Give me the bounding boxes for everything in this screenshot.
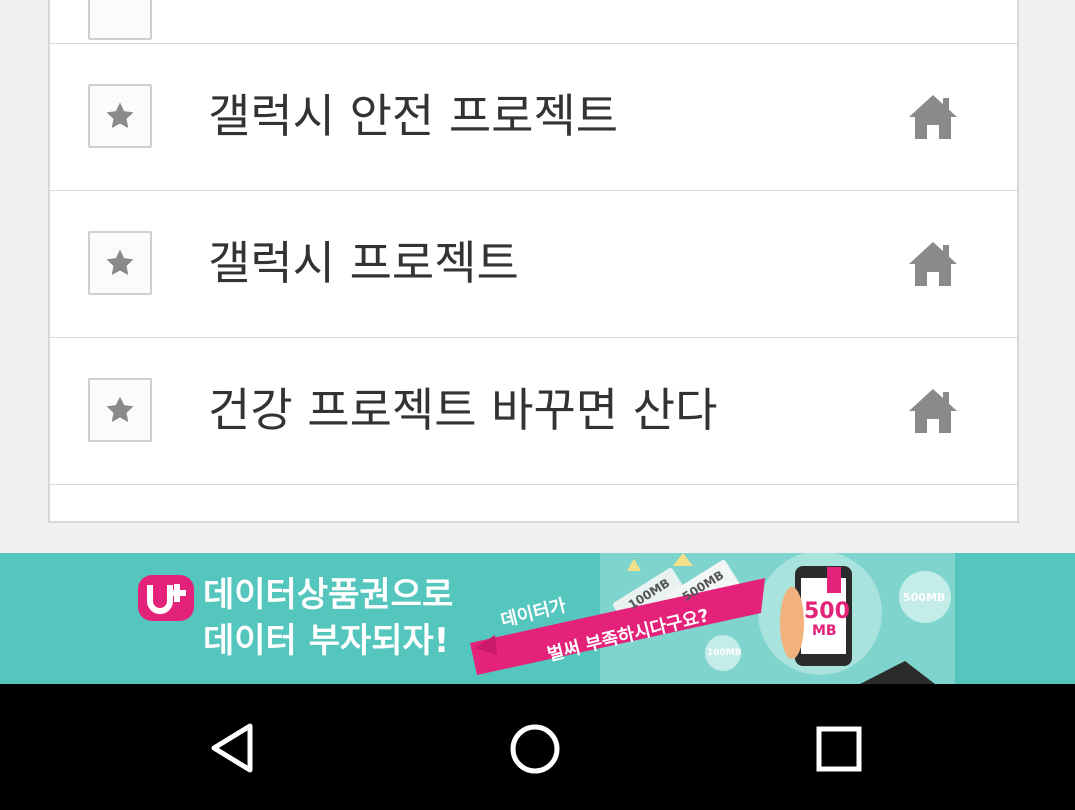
list-item[interactable]: 건강 프로젝트 바꾸면 산다 [50, 338, 1017, 485]
list-item[interactable]: 갤럭시 프로젝트 [50, 191, 1017, 338]
favorite-button[interactable] [88, 231, 152, 295]
home-button[interactable] [908, 388, 958, 434]
home-nav-button[interactable] [508, 722, 562, 780]
program-list: 갤럭시 안전 프로젝트 갤럭시 프로젝트 건강 프로젝트 바꾸면 산다 [48, 0, 1019, 523]
ad-bubble-label: 100MB [707, 648, 742, 658]
star-icon [106, 102, 134, 129]
star-icon [106, 396, 134, 423]
home-button[interactable] [908, 241, 958, 287]
list-item-title: 갤럭시 안전 프로젝트 [208, 89, 619, 143]
list-item[interactable] [50, 485, 1017, 521]
recents-icon [816, 726, 862, 772]
ad-phone-amount: 500 [804, 599, 850, 624]
favorite-button[interactable] [88, 378, 152, 442]
ad-bubble-label: 500MB [903, 591, 946, 604]
recents-button[interactable] [814, 724, 864, 778]
favorite-button[interactable] [88, 0, 152, 40]
list-item-title: 갤럭시 프로젝트 [208, 236, 519, 290]
uplus-logo [138, 575, 194, 621]
home-icon [909, 95, 957, 139]
home-icon [909, 389, 957, 433]
ad-banner[interactable]: 데이터상품권으로 데이터 부자되자! 데이터가 벌써 부족하시다구요? 100M… [0, 553, 1075, 684]
list-item[interactable] [50, 0, 1017, 44]
home-circle-icon [510, 724, 560, 774]
ad-subheadline: 데이터 부자되자! [203, 621, 450, 661]
back-button[interactable] [208, 722, 256, 778]
favorite-button[interactable] [88, 84, 152, 148]
star-icon [106, 249, 134, 276]
home-button[interactable] [908, 94, 958, 140]
back-icon [211, 723, 253, 773]
list-item-title: 건강 프로젝트 바꾸면 산다 [208, 383, 718, 437]
home-icon [909, 242, 957, 286]
ad-phone-unit: MB [812, 623, 837, 639]
ad-headline: 데이터상품권으로 [203, 575, 454, 615]
system-navigation-bar [0, 684, 1075, 810]
list-item[interactable]: 갤럭시 안전 프로젝트 [50, 44, 1017, 191]
